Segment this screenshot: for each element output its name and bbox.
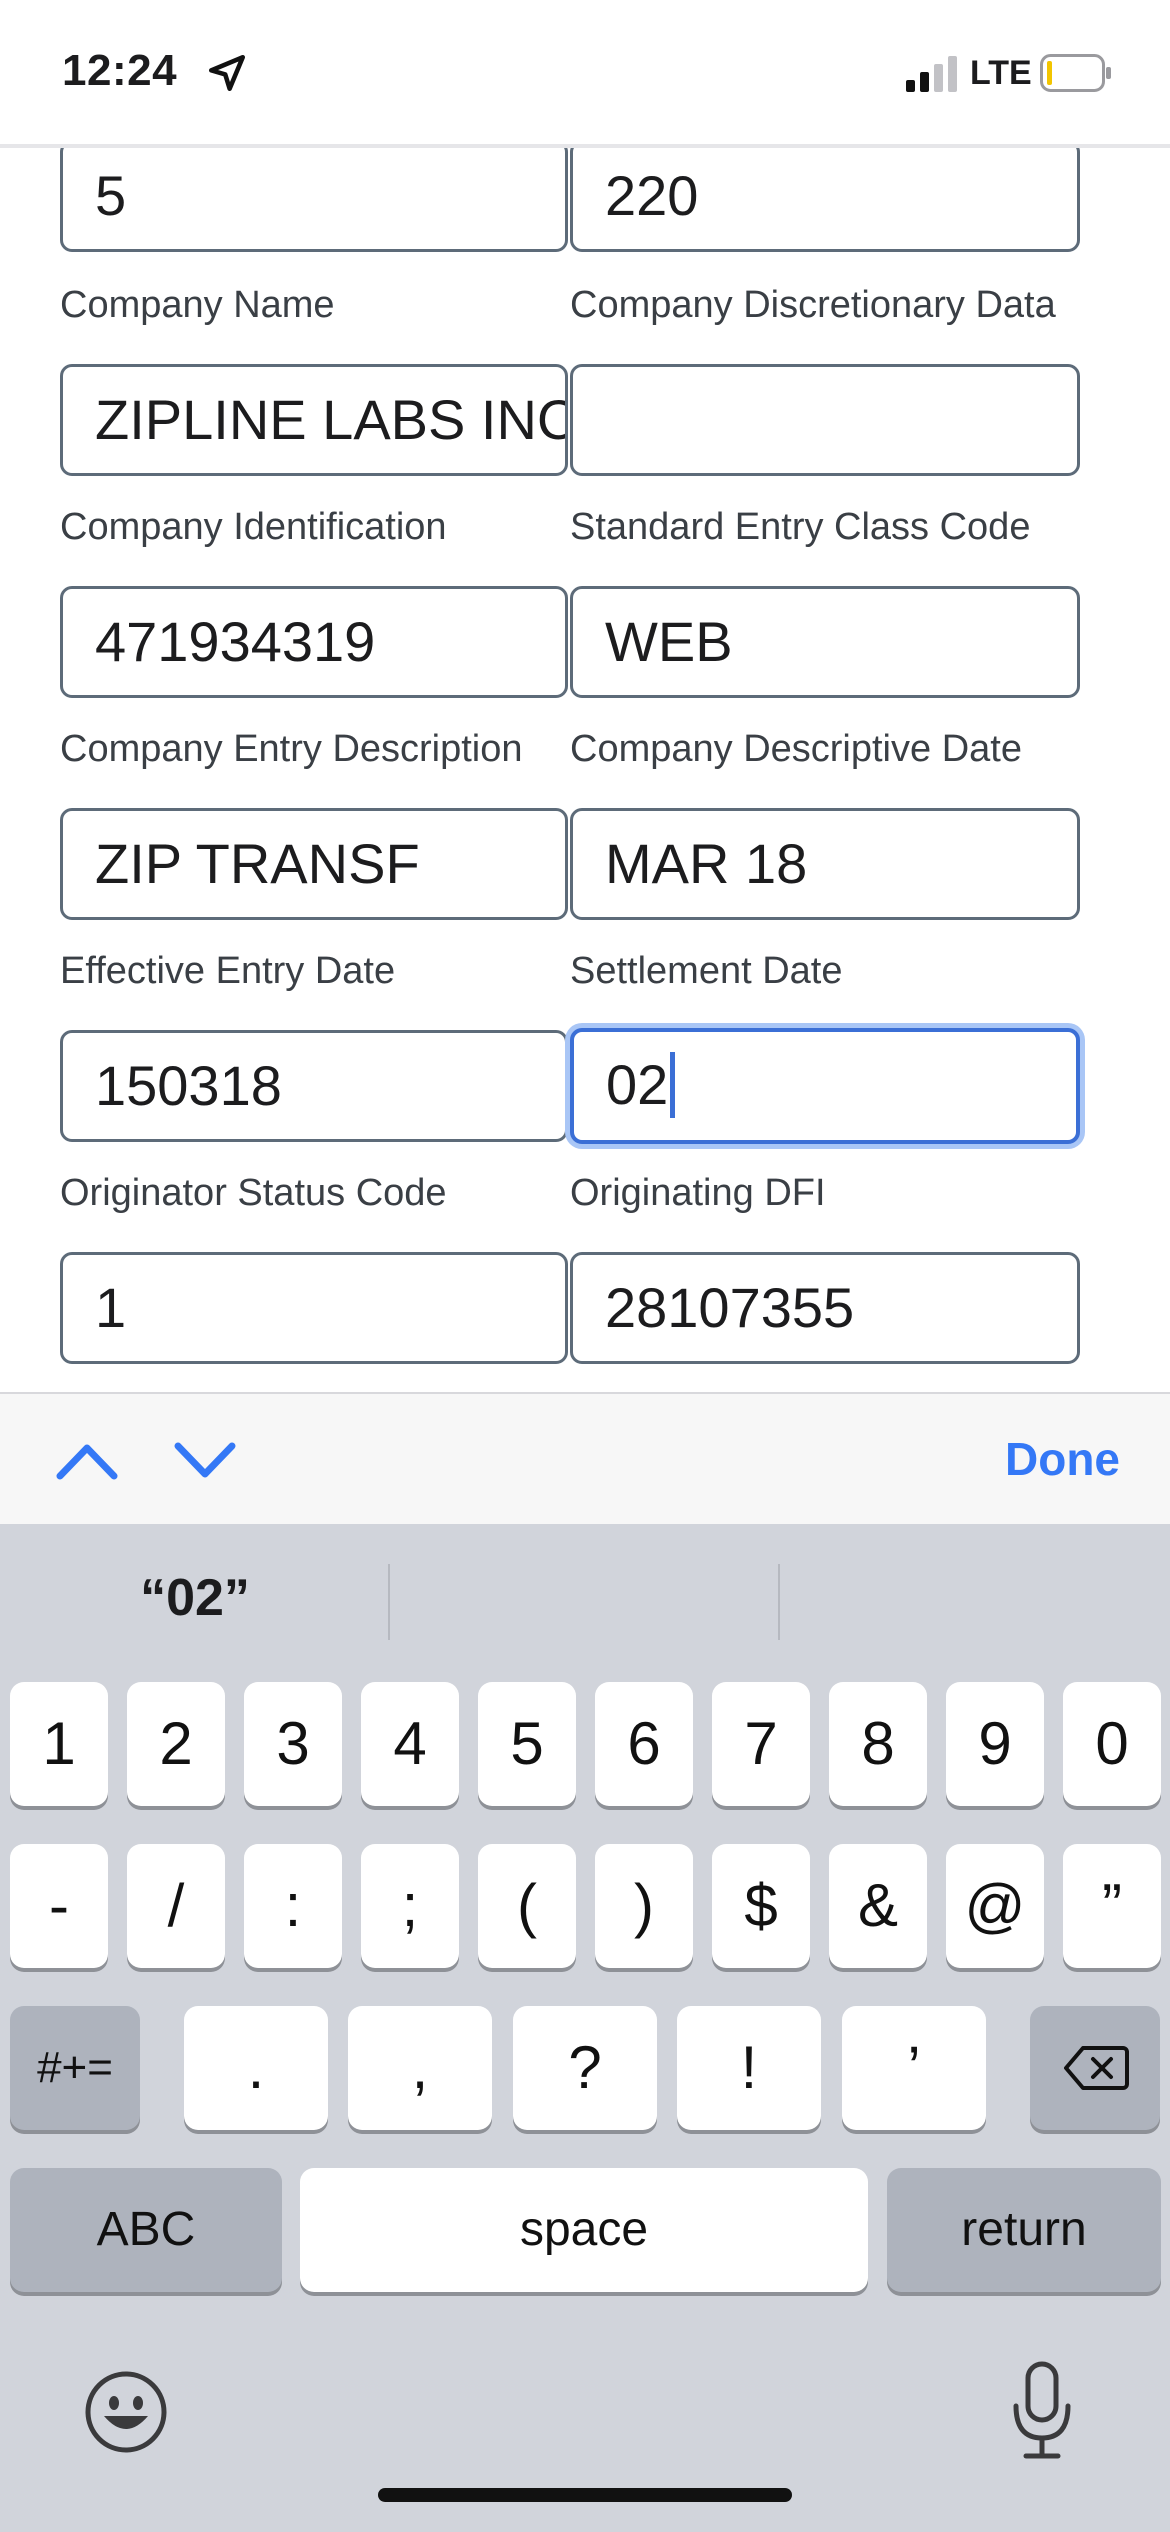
settlement-date-value: 02 — [606, 1053, 669, 1116]
label-originator-status-code: Originator Status Code — [60, 1172, 447, 1214]
key-exclamation[interactable]: ! — [677, 2006, 821, 2130]
effective-entry-date-input[interactable]: 150318 — [60, 1030, 568, 1142]
label-company-discretionary-data: Company Discretionary Data — [570, 284, 1056, 326]
microphone-icon[interactable] — [1006, 2360, 1078, 2462]
key-space[interactable]: space — [300, 2168, 868, 2292]
key-dollar[interactable]: $ — [712, 1844, 810, 1968]
settlement-date-input[interactable]: 02 — [570, 1028, 1080, 1144]
key-6[interactable]: 6 — [595, 1682, 693, 1806]
next-field-chevron-down-icon[interactable] — [170, 1430, 240, 1490]
status-time: 12:24 — [62, 46, 178, 95]
key-slash[interactable]: / — [127, 1844, 225, 1968]
field-entry-count[interactable]: 220 — [570, 148, 1080, 252]
suggestion-bar: “02” — [0, 1524, 1170, 1674]
company-identification-input[interactable]: 471934319 — [60, 586, 568, 698]
standard-entry-class-code-input[interactable]: WEB — [570, 586, 1080, 698]
key-comma[interactable]: , — [348, 2006, 492, 2130]
emoji-icon[interactable] — [84, 2370, 168, 2454]
status-bar: 12:24 LTE — [0, 0, 1170, 148]
company-descriptive-date-input[interactable]: MAR 18 — [570, 808, 1080, 920]
suggestion-divider — [778, 1564, 780, 1640]
key-return[interactable]: return — [887, 2168, 1161, 2292]
key-0[interactable]: 0 — [1063, 1682, 1161, 1806]
label-company-descriptive-date: Company Descriptive Date — [570, 728, 1022, 770]
key-hyphen[interactable]: - — [10, 1844, 108, 1968]
key-question[interactable]: ? — [513, 2006, 657, 2130]
text-cursor — [670, 1052, 676, 1119]
company-discretionary-data-input[interactable] — [570, 364, 1080, 476]
label-standard-entry-class-code: Standard Entry Class Code — [570, 506, 1031, 548]
suggestion-divider — [388, 1564, 390, 1640]
keyboard-accessory-bar: Done — [0, 1392, 1170, 1524]
originating-dfi-input[interactable]: 28107355 — [570, 1252, 1080, 1364]
key-3[interactable]: 3 — [244, 1682, 342, 1806]
key-9[interactable]: 9 — [946, 1682, 1044, 1806]
key-abc[interactable]: ABC — [10, 2168, 282, 2292]
label-company-entry-description: Company Entry Description — [60, 728, 523, 770]
cellular-signal-icon — [906, 56, 957, 92]
key-4[interactable]: 4 — [361, 1682, 459, 1806]
done-button[interactable]: Done — [1005, 1432, 1120, 1486]
key-period[interactable]: . — [184, 2006, 328, 2130]
label-settlement-date: Settlement Date — [570, 950, 843, 992]
suggestion-item[interactable]: “02” — [0, 1568, 390, 1628]
home-indicator — [378, 2488, 792, 2502]
numeric-keyboard: “02” 1 2 3 4 5 6 7 8 9 0 - / : ; ( ) $ &… — [0, 1524, 1170, 2532]
key-2[interactable]: 2 — [127, 1682, 225, 1806]
field-service-class-code[interactable]: 5 — [60, 148, 568, 252]
key-7[interactable]: 7 — [712, 1682, 810, 1806]
key-close-paren[interactable]: ) — [595, 1844, 693, 1968]
key-8[interactable]: 8 — [829, 1682, 927, 1806]
originator-status-code-input[interactable]: 1 — [60, 1252, 568, 1364]
company-entry-description-input[interactable]: ZIP TRANSF — [60, 808, 568, 920]
backspace-icon — [1064, 2046, 1129, 2090]
key-open-paren[interactable]: ( — [478, 1844, 576, 1968]
carrier-label: LTE — [970, 54, 1032, 92]
key-ampersand[interactable]: & — [829, 1844, 927, 1968]
location-arrow-icon — [208, 54, 246, 92]
key-colon[interactable]: : — [244, 1844, 342, 1968]
key-semicolon[interactable]: ; — [361, 1844, 459, 1968]
key-apostrophe[interactable]: ’ — [842, 2006, 986, 2130]
label-company-name: Company Name — [60, 284, 335, 326]
label-company-identification: Company Identification — [60, 506, 447, 548]
previous-field-chevron-up-icon[interactable] — [52, 1430, 122, 1490]
key-5[interactable]: 5 — [478, 1682, 576, 1806]
label-originating-dfi: Originating DFI — [570, 1172, 826, 1214]
company-name-input[interactable]: ZIPLINE LABS INC — [60, 364, 568, 476]
battery-icon — [1040, 54, 1111, 92]
label-effective-entry-date: Effective Entry Date — [60, 950, 396, 992]
key-1[interactable]: 1 — [10, 1682, 108, 1806]
ach-batch-header-form: 5 220 Company Name Company Discretionary… — [0, 148, 1170, 1392]
key-more-symbols[interactable]: #+= — [10, 2006, 140, 2130]
delete-key[interactable] — [1030, 2006, 1160, 2130]
key-at[interactable]: @ — [946, 1844, 1044, 1968]
key-quote[interactable]: ” — [1063, 1844, 1161, 1968]
